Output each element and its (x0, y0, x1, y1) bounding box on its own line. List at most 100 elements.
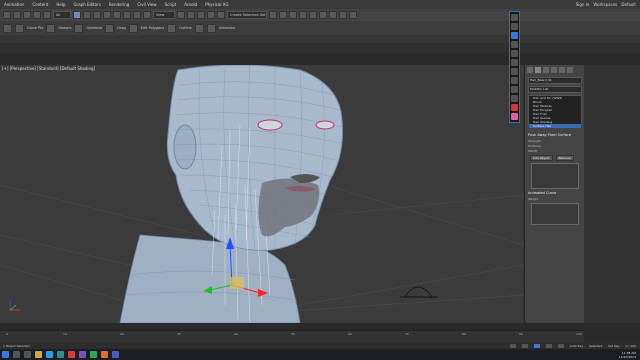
modifier-list-dropdown[interactable]: Modifier List (528, 86, 582, 93)
rectangle-selection-icon[interactable] (93, 11, 101, 19)
hierarchy-tab-icon[interactable] (543, 67, 549, 73)
menu-item[interactable]: Content (28, 2, 52, 7)
workspace-dropdown[interactable]: Default (621, 2, 636, 7)
comb-icon[interactable] (511, 50, 518, 57)
search-icon[interactable] (13, 351, 20, 358)
ribbon-label[interactable]: Optimize (86, 26, 102, 30)
unlink-icon[interactable] (33, 11, 41, 19)
grow-icon[interactable] (511, 68, 518, 75)
menu-item[interactable]: Animation (0, 2, 28, 7)
ribbon-tool-icon[interactable] (128, 23, 138, 33)
menu-item[interactable]: Script (161, 2, 181, 7)
app-icon[interactable] (112, 351, 119, 358)
app-icon[interactable] (79, 351, 86, 358)
ribbon-tool-icon[interactable] (194, 23, 204, 33)
scale-icon[interactable] (133, 11, 141, 19)
auto-key-button[interactable]: Auto Key (570, 344, 583, 348)
menu-item[interactable]: Arnold (180, 2, 201, 7)
rollout-title[interactable]: Push Away From Surface (528, 133, 582, 137)
modify-tab-icon[interactable] (535, 67, 541, 73)
app-icon[interactable] (68, 351, 75, 358)
app-icon[interactable] (90, 351, 97, 358)
display-tab-icon[interactable] (559, 67, 565, 73)
ribbon-label[interactable]: Selection (219, 26, 235, 30)
ribbon-tool-icon[interactable] (74, 23, 84, 33)
snap-icon[interactable] (187, 11, 195, 19)
goto-end-icon[interactable] (557, 344, 564, 348)
frame-counter[interactable]: 0 / 100 (625, 344, 640, 348)
select-object-icon[interactable] (73, 11, 81, 19)
selected-dropdown[interactable]: Selected (589, 344, 602, 348)
angle-snap-icon[interactable] (197, 11, 205, 19)
dome-object[interactable] (404, 286, 433, 298)
app-icon[interactable] (101, 351, 108, 358)
ribbon-tool-icon[interactable] (167, 23, 177, 33)
object-list-box[interactable] (531, 163, 579, 189)
viewport-canvas[interactable] (0, 65, 524, 323)
viewport[interactable]: [+] [Perspective] [Standard] [Default Sh… (0, 65, 524, 323)
render-setup-icon[interactable] (329, 11, 337, 19)
redo-icon[interactable] (13, 11, 21, 19)
sign-in-link[interactable]: Sign In (576, 2, 590, 7)
render-frame-icon[interactable] (339, 11, 347, 19)
menu-item[interactable]: Help (52, 2, 69, 7)
named-selection-dropdown[interactable]: Create Selection Set (227, 11, 267, 19)
bind-space-warp-icon[interactable] (43, 11, 51, 19)
curve-box[interactable] (531, 203, 579, 225)
color-swatch-2-icon[interactable] (511, 113, 518, 120)
layer-explorer-icon[interactable] (289, 11, 297, 19)
start-icon[interactable] (2, 351, 9, 358)
mirror-icon[interactable] (269, 11, 277, 19)
ribbon-tool-icon[interactable] (15, 23, 24, 33)
play-icon[interactable] (533, 344, 540, 348)
pivot-icon[interactable] (177, 11, 185, 19)
material-editor-icon[interactable] (319, 11, 327, 19)
move-icon[interactable] (113, 11, 121, 19)
schematic-view-icon[interactable] (309, 11, 317, 19)
ribbon-tool-icon[interactable] (46, 23, 56, 33)
render-icon[interactable] (349, 11, 357, 19)
viewport-label[interactable]: [+] [Perspective] [Standard] [Default Sh… (2, 66, 95, 71)
time-slider[interactable] (0, 323, 584, 330)
create-tab-icon[interactable] (527, 67, 533, 73)
window-crossing-icon[interactable] (103, 11, 111, 19)
second-rollout-title[interactable]: Animated Curve (528, 191, 582, 195)
menu-item[interactable]: Physical XG (201, 2, 232, 7)
color-swatch-icon[interactable] (511, 104, 518, 111)
view-dropdown[interactable]: View (153, 11, 175, 19)
timeline[interactable]: 0 10 20 30 40 50 60 70 80 90 100 (0, 330, 584, 344)
rotate-icon[interactable] (123, 11, 131, 19)
menu-item[interactable]: Rendering (105, 2, 133, 7)
select-icon[interactable] (511, 32, 518, 39)
undo-icon[interactable] (3, 11, 11, 19)
browser-icon[interactable] (46, 351, 53, 358)
place-icon[interactable] (143, 11, 151, 19)
spinner-snap-icon[interactable] (217, 11, 225, 19)
select-by-name-icon[interactable] (83, 11, 91, 19)
ribbon-label[interactable]: Sample (58, 26, 71, 30)
link-icon[interactable] (23, 11, 31, 19)
ribbon-tool-icon[interactable] (3, 23, 12, 33)
percent-snap-icon[interactable] (207, 11, 215, 19)
file-explorer-icon[interactable] (35, 351, 42, 358)
menu-item[interactable]: Graph Editors (69, 2, 104, 7)
pin-icon[interactable] (511, 14, 518, 21)
cut-icon[interactable] (511, 59, 518, 66)
ribbon-tool-icon[interactable] (206, 23, 216, 33)
ribbon-label[interactable]: Edit Polygons (141, 26, 164, 30)
goto-start-icon[interactable] (509, 344, 516, 348)
next-frame-icon[interactable] (545, 344, 552, 348)
align-icon[interactable] (279, 11, 287, 19)
density-icon[interactable] (511, 95, 518, 102)
motion-tab-icon[interactable] (551, 67, 557, 73)
add-object-button[interactable]: Add Object (530, 155, 553, 161)
prev-frame-icon[interactable] (521, 344, 528, 348)
cursor-icon[interactable] (511, 23, 518, 30)
remove-button[interactable]: Remove (555, 155, 574, 161)
utilities-tab-icon[interactable] (567, 67, 573, 73)
ribbon-tool-icon[interactable] (105, 23, 115, 33)
menu-item[interactable]: Civil View (133, 2, 160, 7)
selection-filter-dropdown[interactable]: All (53, 11, 71, 19)
ribbon-label[interactable]: Outline (179, 26, 192, 30)
clump-icon[interactable] (511, 86, 518, 93)
